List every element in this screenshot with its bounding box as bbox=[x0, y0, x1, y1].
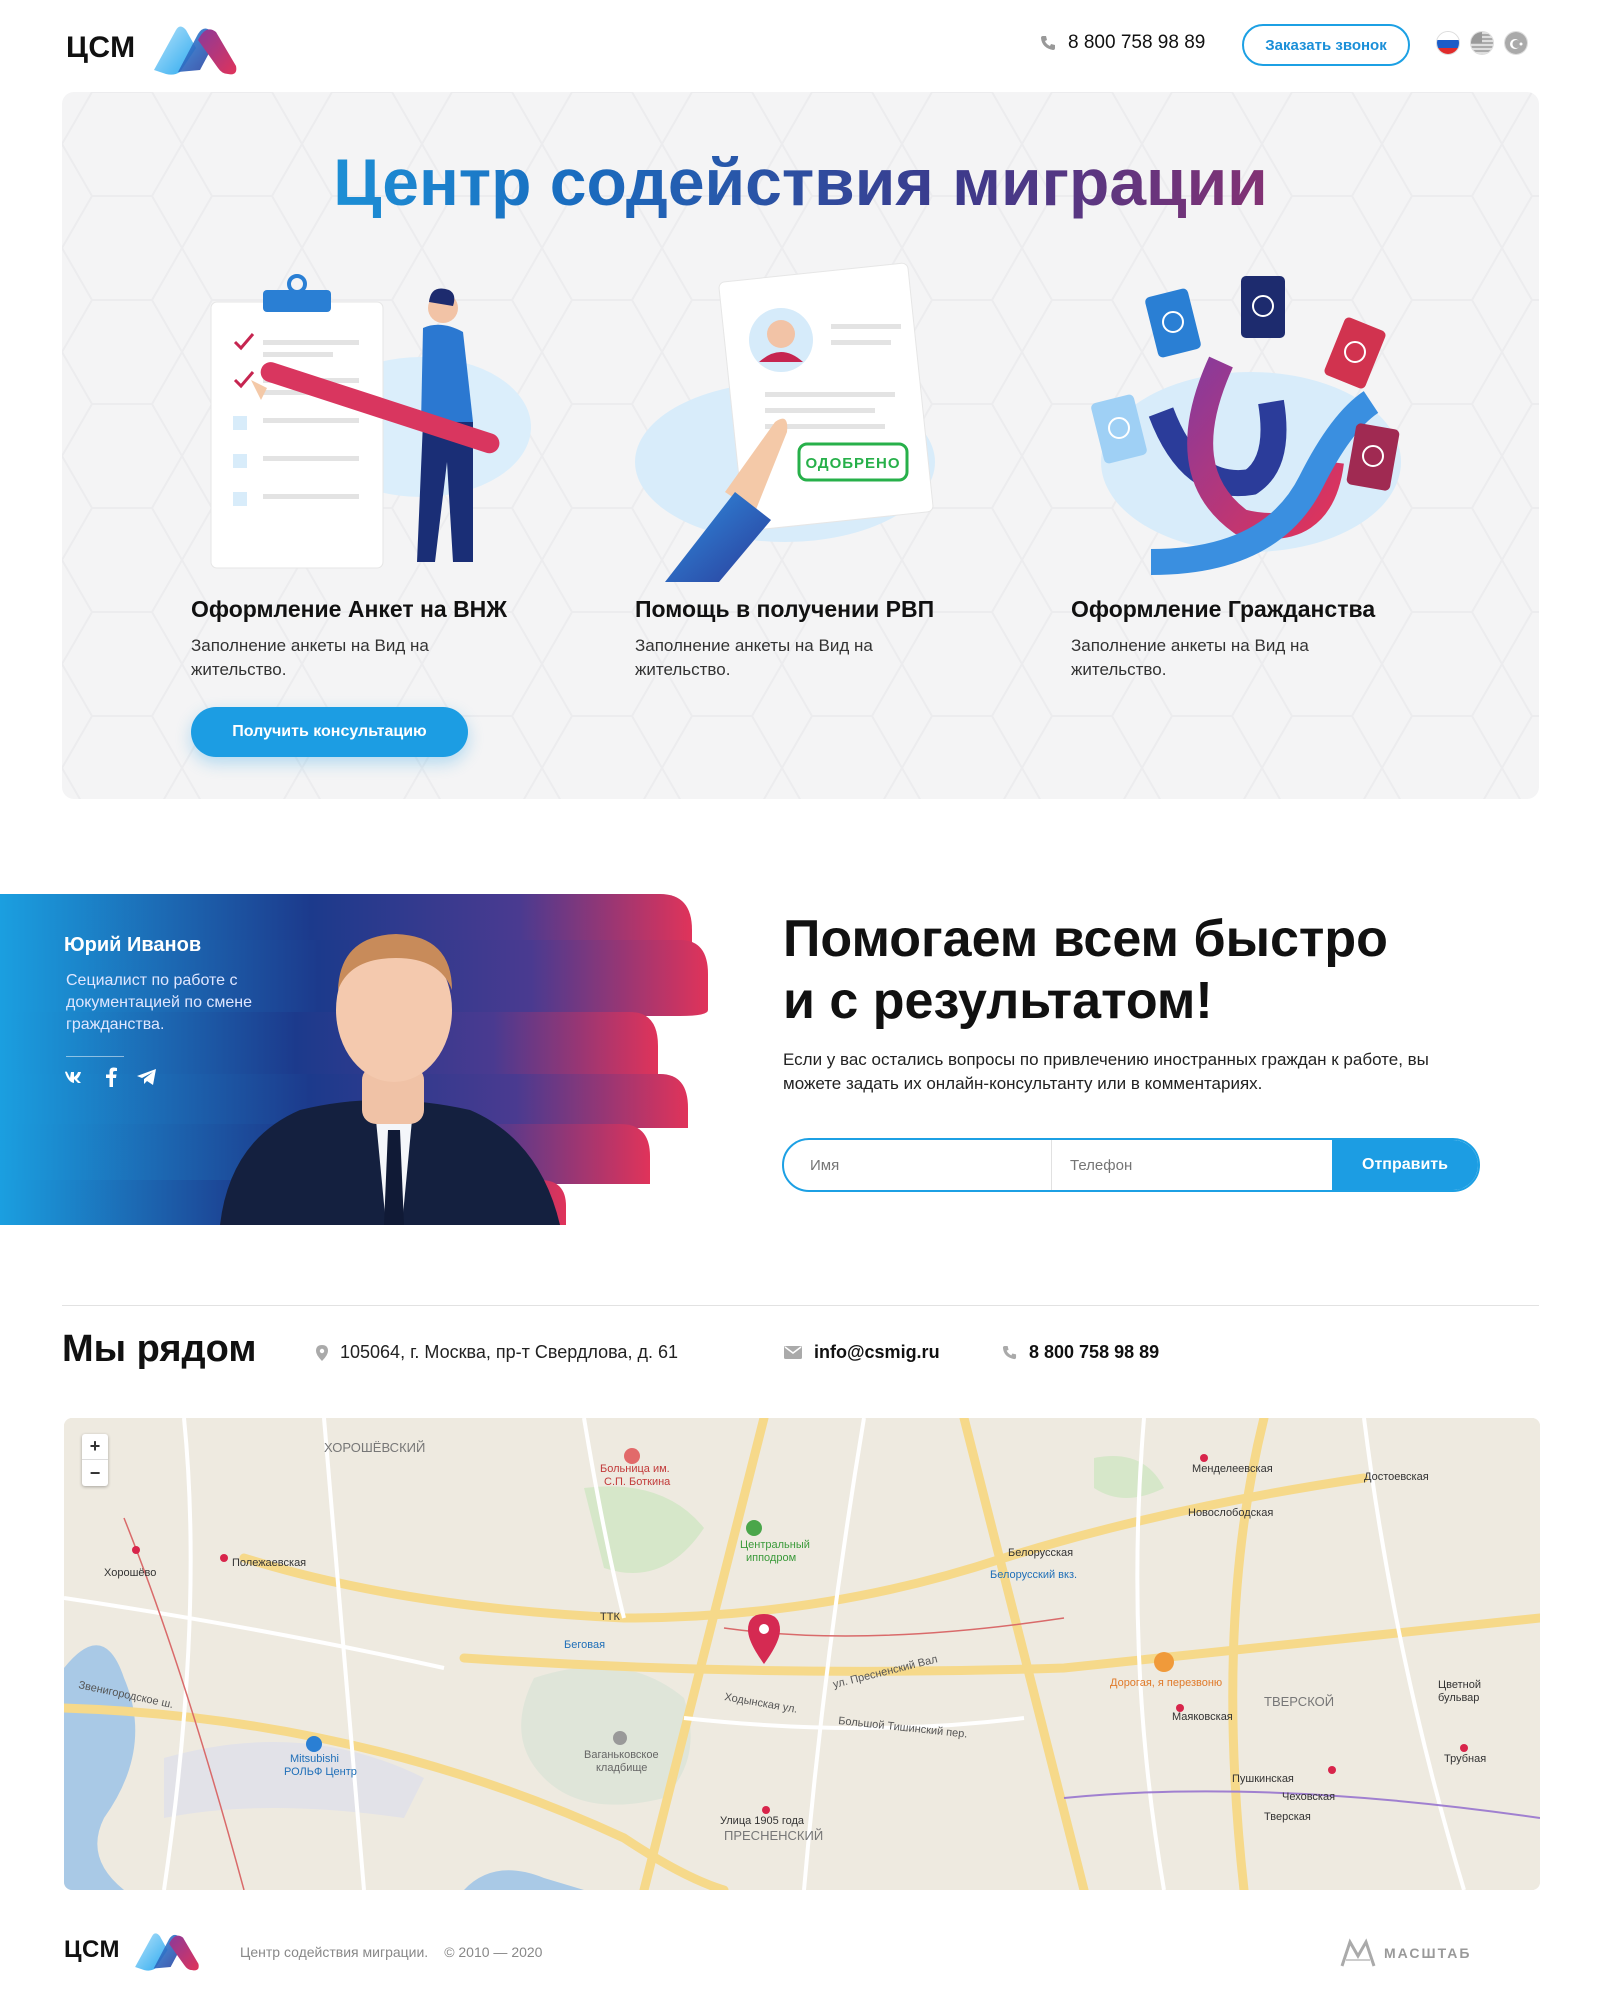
contacts-divider bbox=[62, 1305, 1539, 1306]
map-label-station: Белорусский вкз. bbox=[990, 1569, 1077, 1581]
vk-icon[interactable] bbox=[64, 1066, 86, 1088]
map-label-poi: ипподром bbox=[746, 1552, 796, 1564]
contacts-phone-number: 8 800 758 98 89 bbox=[1029, 1342, 1160, 1362]
service-title: Оформление Гражданства bbox=[1071, 596, 1376, 622]
location-pin-icon bbox=[316, 1344, 328, 1361]
approved-stamp: ОДОБРЕНО bbox=[805, 455, 900, 472]
language-switcher bbox=[1436, 31, 1528, 55]
map-label-metro: Полежаевская bbox=[232, 1557, 306, 1569]
map[interactable]: ХОРОШЁВСКИЙ Полежаевская Хорошёво Бегова… bbox=[64, 1418, 1540, 1890]
company-name: Центр содействия миграции. bbox=[240, 1944, 429, 1960]
callback-button[interactable]: Заказать звонок bbox=[1242, 24, 1410, 66]
map-label-metro: Новослободская bbox=[1188, 1507, 1273, 1519]
consultation-button[interactable]: Получить консультацию bbox=[191, 707, 468, 757]
map-label-metro: Беговая bbox=[564, 1639, 605, 1651]
service-card-citizenship: Оформление Гражданства Заполнение анкеты… bbox=[1071, 262, 1431, 722]
map-label-metro: Белорусская bbox=[1008, 1547, 1073, 1559]
map-label-district: ХОРОШЁВСКИЙ bbox=[324, 1440, 425, 1455]
map-canvas: ХОРОШЁВСКИЙ Полежаевская Хорошёво Бегова… bbox=[64, 1418, 1540, 1890]
map-label-poi: С.П. Боткина bbox=[604, 1476, 671, 1488]
map-zoom-controls: + − bbox=[82, 1434, 108, 1486]
header: ЦСМ 8 800 758 98 89 Заказать звонок bbox=[0, 0, 1601, 92]
map-label-metro: Чеховская bbox=[1282, 1791, 1335, 1803]
map-label-metro: Улица 1905 года bbox=[720, 1815, 805, 1827]
map-label-poi: кладбище bbox=[596, 1762, 647, 1774]
contacts-title: Мы рядом bbox=[62, 1328, 257, 1370]
map-label-metro: Достоевская bbox=[1364, 1471, 1429, 1483]
consultant-divider bbox=[66, 1056, 124, 1057]
service-card-rvp: ОДОБРЕНО Помощь в получении РВП Заполнен… bbox=[635, 262, 995, 722]
zoom-in-button[interactable]: + bbox=[82, 1434, 108, 1460]
ru-flag-icon[interactable] bbox=[1436, 31, 1460, 55]
service-title: Оформление Анкет на ВНЖ bbox=[191, 596, 508, 622]
header-phone-number: 8 800 758 98 89 bbox=[1068, 32, 1206, 53]
hero-title: Центр содействия миграции bbox=[62, 144, 1539, 220]
consultant-name: Юрий Иванов bbox=[64, 934, 202, 956]
service-text: Заполнение анкеты на Вид на жительство. bbox=[635, 636, 873, 679]
map-label-district: ТВЕРСКОЙ bbox=[1264, 1694, 1334, 1709]
phone-icon bbox=[1002, 1345, 1017, 1360]
map-label-metro: Маяковская bbox=[1172, 1711, 1233, 1723]
map-label-metro: Хорошёво bbox=[104, 1567, 156, 1579]
map-label-metro: Тверская bbox=[1264, 1811, 1311, 1823]
map-label-metro: бульвар bbox=[1438, 1692, 1479, 1704]
service-text: Заполнение анкеты на Вид на жительство. bbox=[191, 636, 429, 679]
header-phone[interactable]: 8 800 758 98 89 bbox=[1040, 32, 1205, 54]
footer-logo-text: ЦСМ bbox=[64, 1936, 121, 1963]
pitch-text: Если у вас остались вопросы по привлечен… bbox=[783, 1050, 1429, 1093]
mail-icon bbox=[784, 1346, 802, 1359]
map-label-poi: Ваганьковское bbox=[584, 1749, 659, 1761]
email[interactable]: info@csmig.ru bbox=[784, 1342, 940, 1363]
email-text: info@csmig.ru bbox=[814, 1342, 940, 1362]
zoom-out-button[interactable]: − bbox=[82, 1460, 108, 1486]
studio-logo-icon bbox=[1340, 1938, 1376, 1967]
send-button[interactable]: Отправить bbox=[1332, 1140, 1478, 1190]
copyright-years: © 2010 — 2020 bbox=[444, 1944, 543, 1960]
studio-name: МАСШТАБ bbox=[1384, 1945, 1472, 1961]
map-label-poi: Больница им. bbox=[600, 1463, 670, 1475]
map-label-metro: Цветной bbox=[1438, 1679, 1481, 1691]
map-label-poi: Центральный bbox=[740, 1539, 810, 1551]
contacts-phone[interactable]: 8 800 758 98 89 bbox=[1002, 1342, 1159, 1363]
consultant-card: Юрий Иванов Сециалист по работе с докуме… bbox=[0, 840, 720, 1225]
service-title: Помощь в получении РВП bbox=[635, 596, 935, 622]
hero-section: Центр содействия миграции Оформление Анк… bbox=[62, 92, 1539, 799]
map-label-poi: РОЛЬФ Центр bbox=[284, 1766, 357, 1778]
phone-input[interactable] bbox=[1052, 1140, 1332, 1190]
address-text: 105064, г. Москва, пр-т Свердлова, д. 61 bbox=[340, 1342, 678, 1362]
name-input[interactable] bbox=[784, 1140, 1052, 1190]
facebook-icon[interactable] bbox=[100, 1066, 122, 1088]
map-label-district: ПРЕСНЕНСКИЙ bbox=[724, 1828, 823, 1843]
pitch-title: Помогаем всем быстро и с результатом! bbox=[783, 908, 1388, 1032]
studio-credit[interactable]: МАСШТАБ bbox=[1340, 1938, 1471, 1968]
map-label-metro: Пушкинская bbox=[1232, 1773, 1294, 1785]
pitch-title-line2: и с результатом! bbox=[783, 972, 1213, 1030]
tr-flag-icon[interactable] bbox=[1504, 31, 1528, 55]
telegram-icon[interactable] bbox=[136, 1066, 158, 1088]
service-text: Заполнение анкеты на Вид на жительство. bbox=[1071, 636, 1309, 679]
contact-form: Отправить bbox=[782, 1138, 1480, 1192]
pitch-title-line1: Помогаем всем быстро bbox=[783, 910, 1388, 968]
passports-hands-illustration bbox=[1091, 276, 1401, 575]
map-label-poi: Дорогая, я перезвоню bbox=[1110, 1677, 1222, 1689]
consultant-role: Сециалист по работе с документацией по с… bbox=[66, 972, 253, 1033]
map-label-metro: Трубная bbox=[1444, 1753, 1486, 1765]
logo-text: ЦСМ bbox=[66, 31, 136, 64]
footer-logo[interactable]: ЦСМ bbox=[64, 1928, 200, 1972]
consultant-socials bbox=[64, 1066, 158, 1088]
service-card-vnzh: Оформление Анкет на ВНЖ Заполнение анкет… bbox=[191, 262, 551, 722]
phone-icon bbox=[1041, 36, 1055, 50]
logo-mark-icon bbox=[135, 1933, 199, 1971]
clipboard-man-illustration bbox=[210, 274, 531, 569]
map-label-metro: Менделеевская bbox=[1192, 1463, 1273, 1475]
address: 105064, г. Москва, пр-т Свердлова, д. 61 bbox=[316, 1342, 678, 1363]
us-flag-icon[interactable] bbox=[1470, 31, 1494, 55]
approved-document-illustration: ОДОБРЕНО bbox=[635, 262, 935, 582]
map-label-street: ТТК bbox=[600, 1611, 620, 1623]
logo-mark-icon bbox=[153, 26, 237, 75]
map-label-poi: Mitsubishi bbox=[290, 1753, 339, 1765]
copyright: Центр содействия миграции. © 2010 — 2020 bbox=[240, 1944, 542, 1960]
logo[interactable]: ЦСМ bbox=[66, 20, 238, 76]
